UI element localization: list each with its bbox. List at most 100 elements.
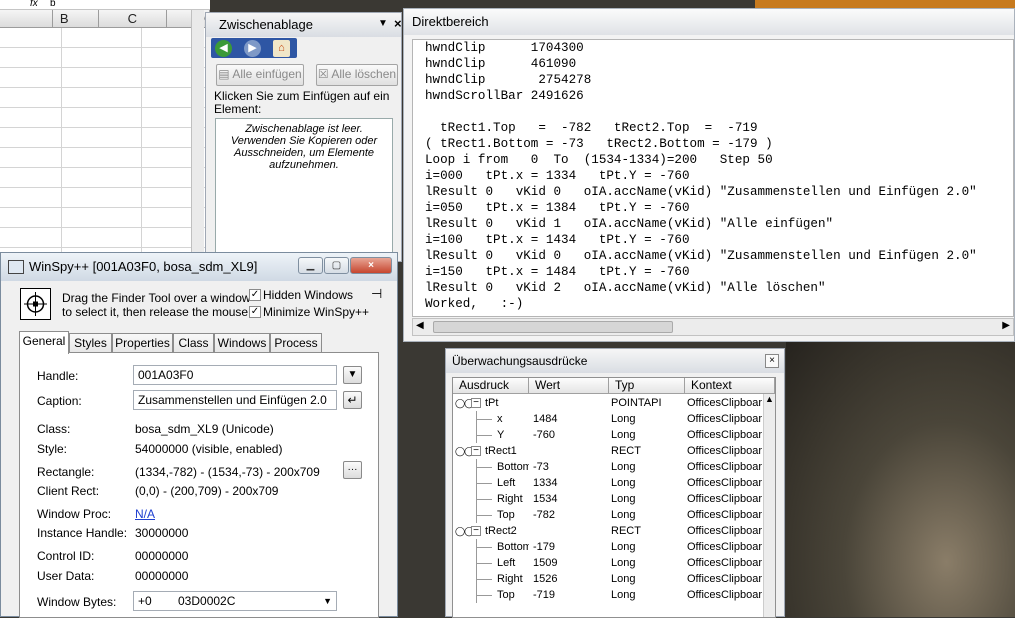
dropdown-arrow-icon[interactable]: ▼ <box>378 18 388 29</box>
tab-windows[interactable]: Windows <box>214 333 270 353</box>
output-line: i=100 tPt.x = 1434 tPt.Y = -760 <box>425 233 690 247</box>
finder-instruction: to select it, then release the mouse <box>62 305 249 319</box>
tab-class[interactable]: Class <box>173 333 214 353</box>
watch-value: 1534 <box>533 493 558 505</box>
watch-expression: Right <box>497 493 523 505</box>
column-header-expression[interactable]: Ausdruck <box>453 378 529 394</box>
watch-context: OfficesClipboar <box>687 461 762 473</box>
column-header-context[interactable]: Kontext <box>685 378 775 394</box>
watch-row[interactable]: ◯◯ − tRect2 RECT OfficesClipboar <box>453 523 775 539</box>
watch-expression: Left <box>497 477 516 489</box>
watch-expression: Top <box>497 509 515 521</box>
watch-row[interactable]: x 1484 Long OfficesClipboar <box>453 411 775 427</box>
watch-window: Überwachungsausdrücke × Ausdruck Wert Ty… <box>445 348 785 618</box>
column-header[interactable]: B <box>31 10 99 28</box>
watch-type: POINTAPI <box>611 397 662 409</box>
column-header-type[interactable]: Typ <box>609 378 685 394</box>
collapse-icon[interactable]: − <box>471 398 481 408</box>
watch-type: Long <box>611 493 636 505</box>
watch-value: -760 <box>533 429 556 441</box>
style-label: Style: <box>37 442 68 456</box>
column-header[interactable]: C <box>99 10 167 28</box>
immediate-window: Direktbereich hwndClip 1704300 hwndClip … <box>403 8 1015 342</box>
sheet-vertical-scrollbar[interactable] <box>191 10 204 260</box>
horizontal-scrollbar[interactable]: ◀ ▶ <box>412 318 1014 336</box>
output-line: lResult 0 vKid 2 oIA.accName(vKid) "Alle… <box>425 281 826 295</box>
immediate-output[interactable]: hwndClip 1704300 hwndClip 461090 hwndCli… <box>412 39 1014 317</box>
watch-row[interactable]: ◯◯ − tRect1 RECT OfficesClipboar <box>453 443 775 459</box>
watch-value: 1484 <box>533 413 558 425</box>
watch-expression: x <box>497 413 503 425</box>
finder-instruction: Drag the Finder Tool over a window <box>62 291 251 305</box>
close-button[interactable]: × <box>350 257 392 274</box>
watch-row[interactable]: ◯◯ − tPt POINTAPI OfficesClipboar <box>453 395 775 411</box>
column-header-value[interactable]: Wert <box>529 378 609 394</box>
watch-vertical-scrollbar[interactable]: ▲ <box>763 394 775 617</box>
hidden-windows-checkbox[interactable]: ✓ <box>249 289 261 301</box>
watch-expression: Y <box>497 429 505 441</box>
formula-bar[interactable]: fx b <box>0 0 210 10</box>
tab-properties[interactable]: Properties <box>112 333 173 353</box>
forward-icon[interactable]: ▶ <box>244 40 261 57</box>
handle-dropdown-button[interactable]: ▼ <box>343 366 362 384</box>
watch-table[interactable]: Ausdruck Wert Typ Kontext ◯◯ − tPt POINTAPI… <box>452 377 776 618</box>
handle-field[interactable]: 001A03F0 <box>133 365 337 385</box>
minimize-button[interactable]: ▁ <box>298 257 323 274</box>
window-bytes-select[interactable]: +0 03D0002C ▼ <box>133 591 337 611</box>
watch-row[interactable]: Bottom -179 Long OfficesClipboar <box>453 539 775 555</box>
back-icon[interactable]: ◀ <box>215 40 232 57</box>
output-line: tRect1.Top = -782 tRect2.Top = -719 <box>425 121 758 135</box>
window-proc-link[interactable]: N/A <box>135 507 155 521</box>
enter-icon[interactable]: ↵ <box>343 391 362 409</box>
tab-process[interactable]: Process <box>270 333 322 353</box>
delete-all-button[interactable]: ☒ Alle löschen <box>316 64 398 86</box>
hidden-windows-label: Hidden Windows <box>263 288 354 302</box>
watch-type: RECT <box>611 525 641 537</box>
watch-context: OfficesClipboar <box>687 493 762 505</box>
watch-context: OfficesClipboar <box>687 413 762 425</box>
watch-type: Long <box>611 477 636 489</box>
watch-context: OfficesClipboar <box>687 397 762 409</box>
home-icon[interactable]: ⌂ <box>273 40 290 57</box>
scroll-up-icon[interactable]: ▲ <box>765 394 774 404</box>
watch-row[interactable]: Left 1334 Long OfficesClipboar <box>453 475 775 491</box>
watch-row[interactable]: Right 1534 Long OfficesClipboar <box>453 491 775 507</box>
rectangle-label: Rectangle: <box>37 465 95 479</box>
winspy-window: WinSpy++ [001A03F0, bosa_sdm_XL9] ▁ ▢ × … <box>0 252 398 618</box>
rectangle-more-button[interactable]: ··· <box>343 461 362 479</box>
watch-context: OfficesClipboar <box>687 573 762 585</box>
fx-icon: fx <box>30 0 38 9</box>
tab-general[interactable]: General <box>19 331 69 354</box>
watch-row[interactable]: Left 1509 Long OfficesClipboar <box>453 555 775 571</box>
paste-all-button[interactable]: ▤ Alle einfügen <box>216 64 304 86</box>
pin-icon[interactable]: ⊣ <box>371 286 382 302</box>
close-icon[interactable]: × <box>765 354 779 368</box>
watch-row[interactable]: Top -719 Long OfficesClipboar <box>453 587 775 603</box>
watch-expression: Left <box>497 557 516 569</box>
caption-field[interactable]: Zusammenstellen und Einfügen 2.0 <box>133 390 337 410</box>
close-icon[interactable]: × <box>394 16 402 31</box>
delete-icon: ☒ <box>317 67 329 81</box>
output-line: lResult 0 vKid 1 oIA.accName(vKid) "Alle… <box>425 217 834 231</box>
scroll-left-icon[interactable]: ◀ <box>416 320 424 331</box>
scrollbar-thumb[interactable] <box>433 321 673 333</box>
watch-row[interactable]: Y -760 Long OfficesClipboar <box>453 427 775 443</box>
tab-styles[interactable]: Styles <box>69 333 112 353</box>
watch-row[interactable]: Right 1526 Long OfficesClipboar <box>453 571 775 587</box>
watch-type: Long <box>611 429 636 441</box>
column-headers: B C D <box>0 10 210 28</box>
winspy-app-icon <box>8 260 24 274</box>
minimize-checkbox[interactable]: ✓ <box>249 306 261 318</box>
collapse-icon[interactable]: − <box>471 446 481 456</box>
maximize-button[interactable]: ▢ <box>324 257 349 274</box>
watch-row[interactable]: Top -782 Long OfficesClipboar <box>453 507 775 523</box>
collapse-icon[interactable]: − <box>471 526 481 536</box>
scroll-right-icon[interactable]: ▶ <box>1002 320 1010 331</box>
formula-value: b <box>50 0 56 9</box>
watch-row[interactable]: Bottom -73 Long OfficesClipboar <box>453 459 775 475</box>
watch-expression: Right <box>497 573 523 585</box>
watch-header: Ausdruck Wert Typ Kontext <box>453 378 775 394</box>
finder-tool-icon[interactable] <box>20 288 51 320</box>
output-line: i=000 tPt.x = 1334 tPt.Y = -760 <box>425 169 690 183</box>
watch-value: 1334 <box>533 477 558 489</box>
